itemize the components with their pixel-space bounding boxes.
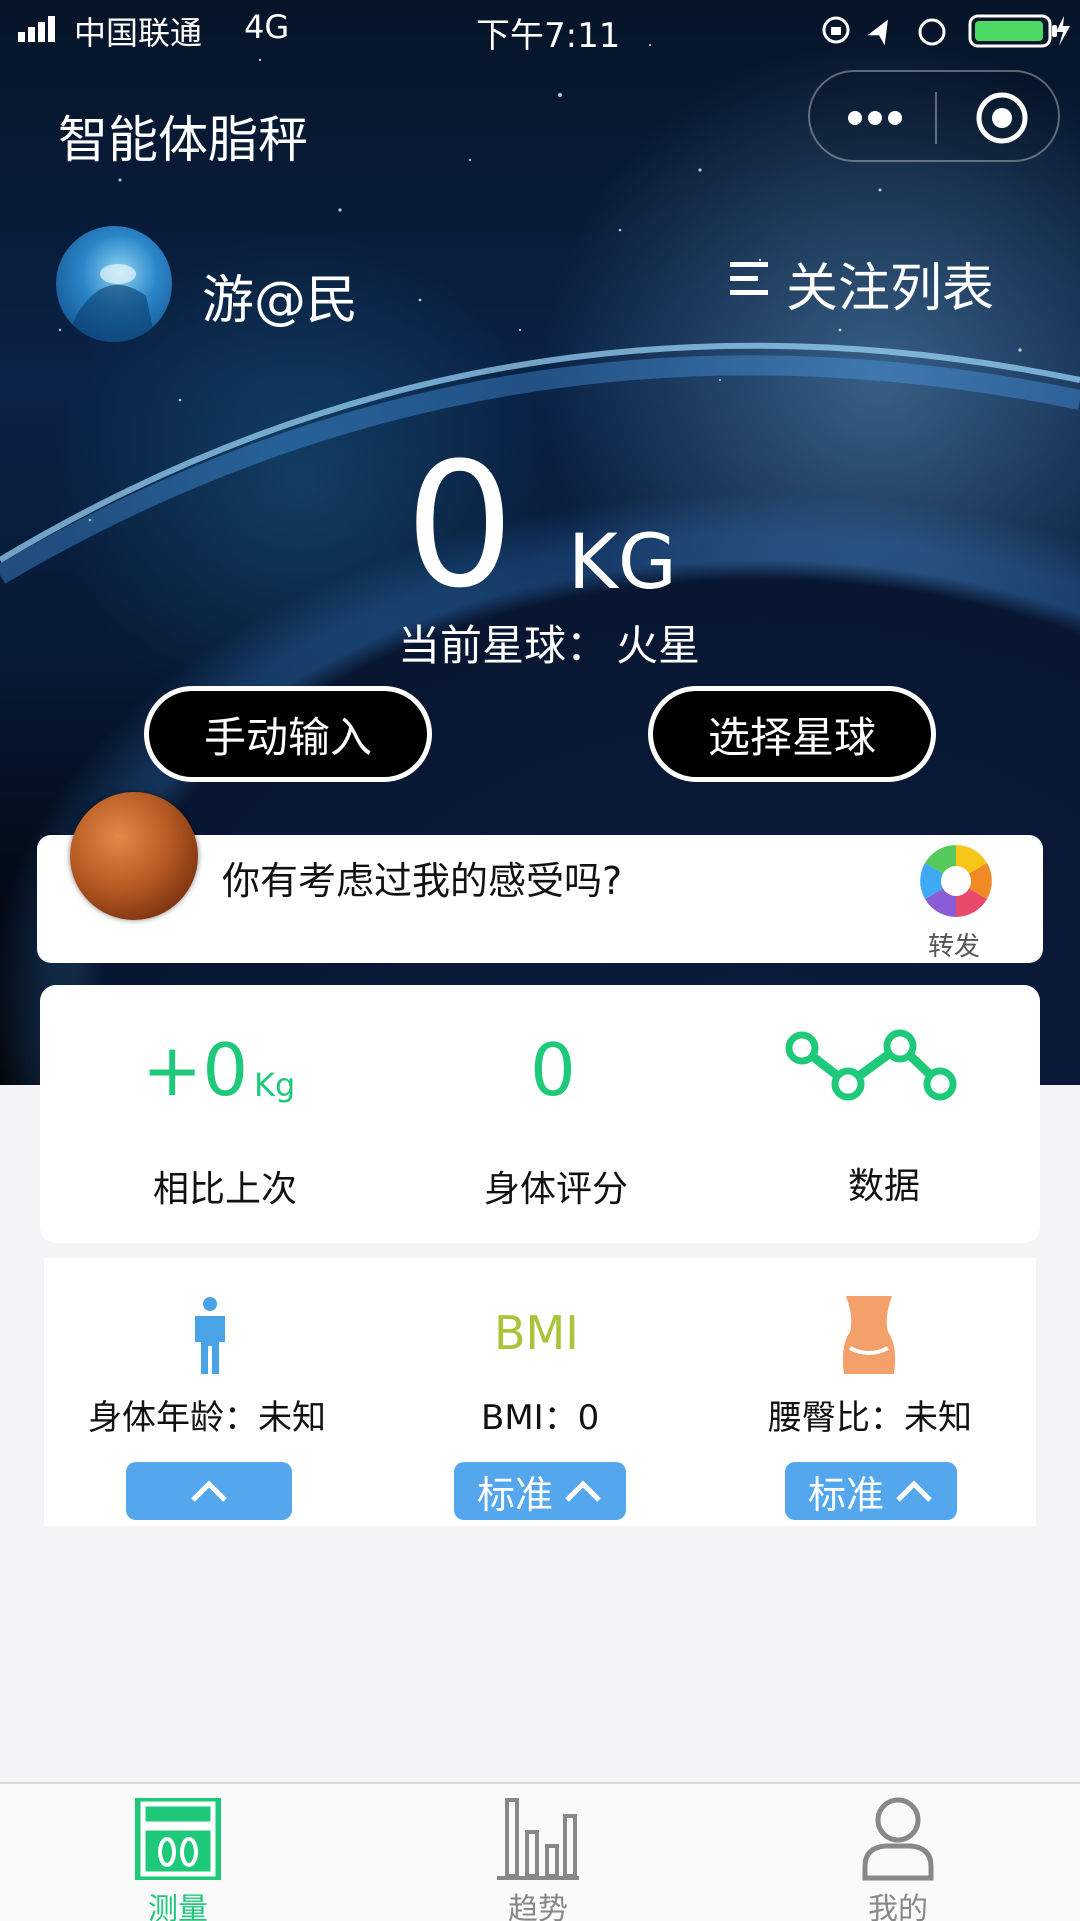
select-planet-button[interactable]: 选择星球 xyxy=(648,686,936,782)
tab-measure-label: 测量 xyxy=(148,1892,208,1921)
tab-mine[interactable]: 我的 xyxy=(798,1784,998,1921)
capsule-divider xyxy=(935,92,937,144)
status-icons xyxy=(822,14,1070,48)
follow-list-label: 关注列表 xyxy=(786,259,995,319)
body-age-expand-button[interactable] xyxy=(126,1462,292,1520)
data-chart-icon[interactable] xyxy=(780,1026,960,1110)
bmi-status-button[interactable]: 标准 xyxy=(454,1462,626,1520)
message-text: 你有考虑过我的感受吗? xyxy=(222,859,623,903)
tab-trend[interactable]: 趋势 xyxy=(438,1784,638,1921)
close-icon[interactable] xyxy=(974,90,1030,146)
location-icon xyxy=(867,19,888,46)
scale-icon xyxy=(135,1798,221,1880)
share-icon[interactable] xyxy=(918,843,994,919)
bmi-label: BMI：0 xyxy=(481,1398,600,1438)
weight-value: 0 xyxy=(405,425,515,626)
tab-mine-label: 我的 xyxy=(868,1892,928,1921)
tab-trend-label: 趋势 xyxy=(508,1892,568,1921)
bmi-icon: BMI xyxy=(494,1306,579,1360)
status-bar: 中国联通 4G 下午7:11 xyxy=(0,0,1080,58)
data-label[interactable]: 数据 xyxy=(848,1157,920,1209)
manual-input-button[interactable]: 手动输入 xyxy=(144,686,432,782)
planet-glow xyxy=(0,355,1080,584)
user-icon xyxy=(862,1797,934,1881)
username: 游@民 xyxy=(202,271,359,331)
body-age-label: 身体年龄：未知 xyxy=(88,1398,326,1438)
mars-planet-image xyxy=(70,792,198,920)
bmi-status-label: 标准 xyxy=(476,1472,553,1517)
alarm-icon xyxy=(918,18,946,46)
avatar[interactable] xyxy=(56,226,172,342)
weight-unit: KG xyxy=(568,517,677,606)
more-icon[interactable] xyxy=(844,96,906,140)
body-score-label: 身体评分 xyxy=(484,1169,629,1210)
current-planet: 当前星球： 火星 xyxy=(398,612,700,673)
carrier-name: 中国联通 xyxy=(74,14,203,52)
waist-hip-icon xyxy=(842,1296,896,1374)
app-root: 中国联通 4G 下午7:11 智能体脂秤 游@民 关注列表 0 KG 当前星球：… xyxy=(0,0,1080,1921)
chevron-up-icon xyxy=(191,1480,227,1502)
whr-status-label: 标准 xyxy=(807,1472,884,1517)
tab-bar: 测量 趋势 我的 xyxy=(0,1782,1080,1921)
list-icon xyxy=(730,262,768,295)
charging-icon xyxy=(1056,16,1070,46)
tab-measure[interactable]: 测量 xyxy=(78,1784,278,1921)
weight-change-value: +0 xyxy=(142,1028,249,1112)
status-time: 下午7:11 xyxy=(476,16,621,56)
weight-change-label: 相比上次 xyxy=(153,1169,298,1210)
page-title: 智能体脂秤 xyxy=(58,111,308,169)
share-label[interactable]: 转发 xyxy=(928,926,980,963)
chevron-up-icon xyxy=(896,1480,932,1502)
network-type: 4G xyxy=(244,8,290,46)
current-planet-value: 火星 xyxy=(616,621,701,670)
current-planet-label: 当前星球： xyxy=(398,621,609,670)
body-age-icon xyxy=(195,1297,225,1374)
whr-status-button[interactable]: 标准 xyxy=(785,1462,957,1520)
avatar-image xyxy=(66,264,156,342)
miniprogram-capsule xyxy=(808,70,1060,162)
signal-icon xyxy=(18,16,55,42)
body-score-value: 0 xyxy=(530,1028,576,1112)
bar-chart-icon xyxy=(497,1798,579,1880)
weight-change-unit: Kg xyxy=(254,1066,296,1104)
waist-hip-ratio-label: 腰臀比：未知 xyxy=(768,1398,972,1438)
chevron-up-icon xyxy=(565,1480,601,1502)
